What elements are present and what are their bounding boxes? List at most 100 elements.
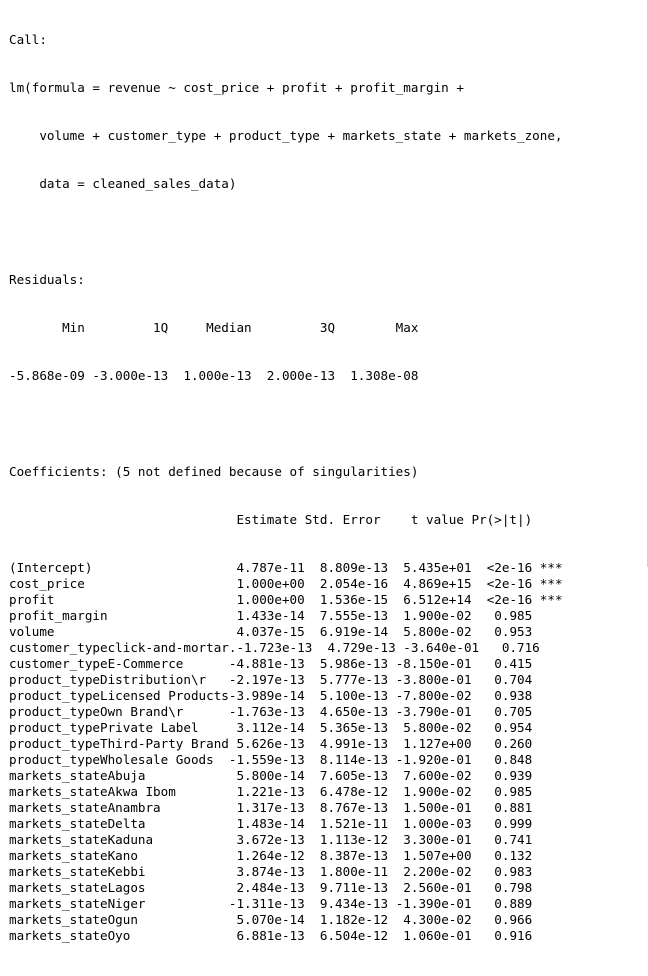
coef-estimate: -1.559e-13	[228, 752, 305, 767]
coef-t-value: 5.435e+01	[388, 560, 472, 575]
coef-signif-stars	[532, 864, 562, 879]
coef-estimate: 1.000e+00	[228, 576, 305, 591]
coefficient-row: product_typeThird-Party Brand 5.626e-13 …	[9, 736, 570, 752]
coef-std-error: 4.650e-13	[304, 704, 389, 719]
coefficient-row: markets_stateAnambra 1.317e-13 8.767e-13…	[9, 800, 570, 816]
coef-t-value: 1.900e-02	[388, 784, 472, 799]
coefficient-row: markets_stateKaduna 3.672e-13 1.113e-12 …	[9, 832, 570, 848]
coefficient-row: markets_stateOyo 6.881e-13 6.504e-12 1.0…	[9, 928, 570, 944]
coef-estimate: 1.000e+00	[228, 592, 305, 607]
coef-estimate: 5.070e-14	[228, 912, 305, 927]
coef-term: profit_margin	[9, 608, 229, 623]
coefficient-row: volume 4.037e-15 6.919e-14 5.800e-02 0.9…	[9, 624, 570, 640]
coef-t-value: 2.560e-01	[388, 880, 472, 895]
coef-t-value: 6.512e+14	[388, 592, 472, 607]
coef-p-value: 0.954	[471, 720, 533, 735]
call-line: lm(formula = revenue ~ cost_price + prof…	[9, 80, 472, 95]
coef-estimate: 1.317e-13	[228, 800, 305, 815]
coef-std-error: 8.114e-13	[304, 752, 389, 767]
summary-text: Call: lm(formula = revenue ~ cost_price …	[9, 0, 570, 976]
r-console-output: Call: lm(formula = revenue ~ cost_price …	[0, 0, 648, 943]
coef-p-value: 0.953	[471, 624, 533, 639]
coef-signif-stars	[532, 848, 562, 863]
coefficient-row: product_typePrivate Label 3.112e-14 5.36…	[9, 720, 570, 736]
coefficient-row: profit_margin 1.433e-14 7.555e-13 1.900e…	[9, 608, 570, 624]
coef-p-value: 0.985	[471, 608, 533, 623]
coef-p-value: 0.705	[471, 704, 533, 719]
call-line: data = cleaned_sales_data)	[9, 176, 237, 191]
coef-t-value: 1.060e-01	[388, 928, 472, 943]
coef-signif-stars	[532, 816, 562, 831]
coef-term: markets_stateKebbi	[9, 864, 229, 879]
coef-p-value: 0.741	[471, 832, 533, 847]
coef-t-value: 1.127e+00	[388, 736, 472, 751]
residuals-values: -5.868e-09 -3.000e-13 1.000e-13 2.000e-1…	[9, 368, 427, 383]
coef-t-value: 7.600e-02	[388, 768, 472, 783]
coef-p-value: 0.260	[471, 736, 533, 751]
coef-estimate: 3.672e-13	[228, 832, 305, 847]
coef-estimate: 1.483e-14	[228, 816, 305, 831]
coef-t-value: 5.800e-02	[388, 624, 472, 639]
coef-std-error: 6.478e-12	[304, 784, 389, 799]
coef-p-value: 0.132	[471, 848, 533, 863]
coef-signif-stars	[532, 688, 562, 703]
coef-estimate: 5.626e-13	[228, 736, 305, 751]
coef-t-value: -1.390e-01	[388, 896, 472, 911]
coef-t-value: -3.640e-01	[395, 640, 480, 655]
coef-estimate: -2.197e-13	[228, 672, 305, 687]
coef-term: product_typeLicensed Products	[9, 688, 229, 703]
coef-p-value: 0.881	[471, 800, 533, 815]
coef-std-error: 8.767e-13	[304, 800, 389, 815]
coef-std-error: 8.809e-13	[304, 560, 389, 575]
coef-term: markets_stateAkwa Ibom	[9, 784, 229, 799]
coefficient-row: customer_typeE-Commerce -4.881e-13 5.986…	[9, 656, 570, 672]
coef-signif-stars	[540, 640, 570, 655]
coef-std-error: 6.919e-14	[304, 624, 389, 639]
coef-std-error: 4.991e-13	[304, 736, 389, 751]
coefficients-table: (Intercept) 4.787e-11 8.809e-13 5.435e+0…	[9, 560, 570, 944]
coefficient-row: markets_stateKano 1.264e-12 8.387e-13 1.…	[9, 848, 570, 864]
coef-p-value: 0.966	[471, 912, 533, 927]
coef-std-error: 1.800e-11	[304, 864, 389, 879]
coef-term: markets_stateNiger	[9, 896, 229, 911]
coefficient-row: markets_stateKebbi 3.874e-13 1.800e-11 2…	[9, 864, 570, 880]
coef-std-error: 9.711e-13	[304, 880, 389, 895]
coef-term: volume	[9, 624, 229, 639]
coef-signif-stars	[532, 704, 562, 719]
coef-term: customer_typeE-Commerce	[9, 656, 229, 671]
coef-estimate: 6.881e-13	[228, 928, 305, 943]
coef-std-error: 6.504e-12	[304, 928, 389, 943]
coef-estimate: -1.763e-13	[228, 704, 305, 719]
coef-t-value: -3.790e-01	[388, 704, 472, 719]
coef-p-value: 0.916	[471, 928, 533, 943]
coef-std-error: 7.605e-13	[304, 768, 389, 783]
coefficients-column-header: Estimate Std. Error t value Pr(>|t|)	[9, 512, 563, 527]
coef-term: markets_stateOgun	[9, 912, 229, 927]
coef-signif-stars	[532, 656, 562, 671]
coef-estimate: 1.221e-13	[228, 784, 305, 799]
coef-std-error: 1.182e-12	[304, 912, 389, 927]
coef-signif-stars	[532, 672, 562, 687]
residuals-header: Residuals:	[9, 272, 85, 287]
coef-term: markets_stateKano	[9, 848, 229, 863]
coef-t-value: 4.300e-02	[388, 912, 472, 927]
coefficient-row: markets_stateDelta 1.483e-14 1.521e-11 1…	[9, 816, 570, 832]
coef-p-value: 0.983	[471, 864, 533, 879]
coef-p-value: 0.938	[471, 688, 533, 703]
coef-signif-stars	[532, 720, 562, 735]
coef-t-value: 1.500e-01	[388, 800, 472, 815]
coef-term: markets_stateLagos	[9, 880, 229, 895]
coef-t-value: -8.150e-01	[388, 656, 472, 671]
coefficient-row: (Intercept) 4.787e-11 8.809e-13 5.435e+0…	[9, 560, 570, 576]
coefficient-row: markets_stateAbuja 5.800e-14 7.605e-13 7…	[9, 768, 570, 784]
coef-estimate: 1.433e-14	[228, 608, 305, 623]
coef-term: product_typeThird-Party Brand	[9, 736, 229, 751]
coef-term: product_typeWholesale Goods	[9, 752, 229, 767]
coef-p-value: 0.798	[471, 880, 533, 895]
coef-std-error: 5.986e-13	[304, 656, 389, 671]
coefficient-row: product_typeOwn Brand\r -1.763e-13 4.650…	[9, 704, 570, 720]
coefficient-row: markets_stateLagos 2.484e-13 9.711e-13 2…	[9, 880, 570, 896]
coef-estimate: -4.881e-13	[228, 656, 305, 671]
